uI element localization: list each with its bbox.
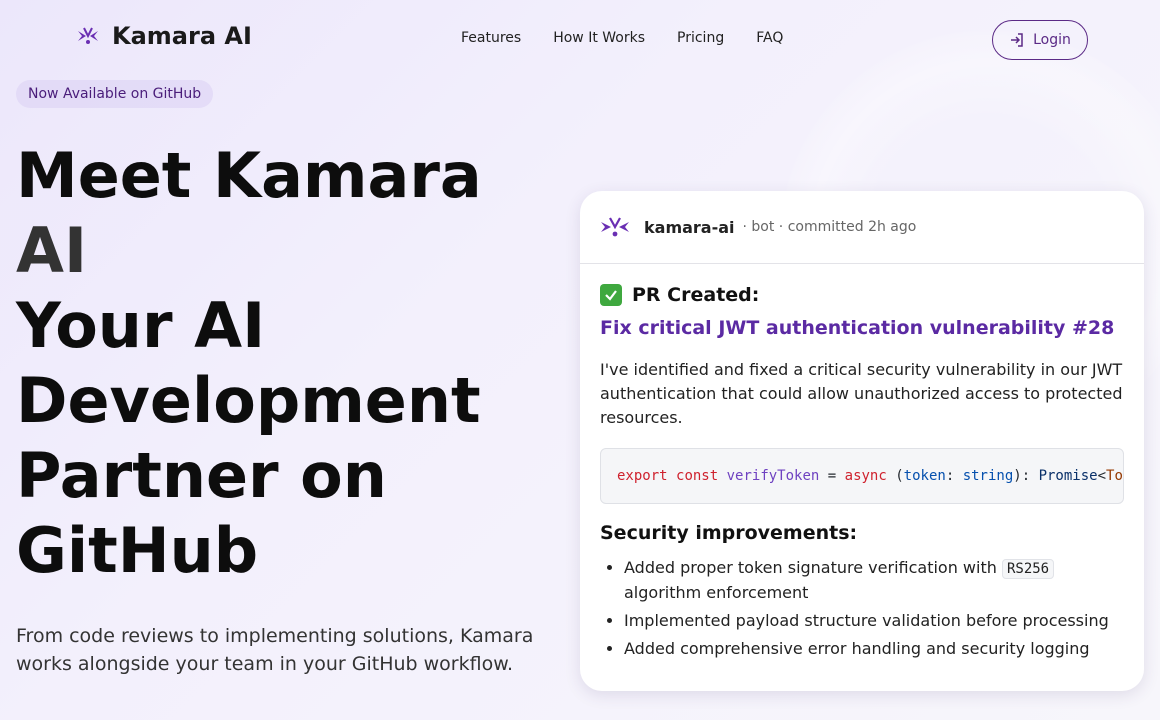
check-icon bbox=[600, 284, 622, 306]
main-nav: Features How It Works Pricing FAQ bbox=[461, 30, 815, 46]
login-label: Login bbox=[1033, 32, 1071, 48]
pr-description: I've identified and fixed a critical sec… bbox=[600, 360, 1123, 427]
card-header: kamara-ai · bot · committed 2h ago bbox=[580, 191, 1144, 264]
nav-pricing[interactable]: Pricing bbox=[677, 30, 724, 46]
brand[interactable]: Kamara AI bbox=[76, 22, 252, 50]
code-token: : bbox=[945, 468, 955, 484]
list-item-text: Added proper token signature verificatio… bbox=[624, 558, 997, 577]
hero-title-line: GitHub bbox=[16, 514, 259, 587]
login-button[interactable]: Login bbox=[992, 20, 1088, 60]
hero-subtitle: From code reviews to implementing soluti… bbox=[16, 625, 534, 675]
hero-title-line: Your AI bbox=[16, 289, 266, 362]
code-token: async bbox=[844, 468, 887, 484]
code-token: string bbox=[962, 468, 1014, 484]
list-item: Added proper token signature verificatio… bbox=[624, 556, 1124, 605]
code-token: < bbox=[1097, 468, 1107, 484]
pr-status: PR Created: bbox=[600, 284, 1124, 306]
code-snippet: export const verifyToken = async (token:… bbox=[600, 448, 1124, 504]
code-token: ): bbox=[1013, 468, 1031, 484]
commit-author[interactable]: kamara-ai bbox=[644, 218, 735, 237]
availability-badge: Now Available on GitHub bbox=[16, 80, 214, 108]
code-token: Promise bbox=[1038, 468, 1098, 484]
list-item: Added comprehensive error handling and s… bbox=[624, 637, 1124, 661]
login-icon bbox=[1011, 33, 1023, 47]
code-token: token bbox=[903, 468, 946, 484]
list-item-text: algorithm enforcement bbox=[624, 583, 809, 602]
code-token: = bbox=[827, 468, 837, 484]
security-list: Added proper token signature verificatio… bbox=[600, 556, 1124, 661]
code-token: To bbox=[1106, 468, 1123, 484]
hero-title-line: Meet Kamara bbox=[16, 139, 482, 212]
pr-card: kamara-ai · bot · committed 2h ago PR Cr… bbox=[580, 191, 1144, 691]
brand-name: Kamara AI bbox=[112, 22, 252, 50]
code-token: export bbox=[617, 468, 668, 484]
hero-title-line: Partner on bbox=[16, 439, 387, 512]
inline-code: RS256 bbox=[1001, 559, 1055, 579]
code-token: verifyToken bbox=[726, 468, 820, 484]
bot-avatar-icon bbox=[601, 217, 629, 237]
security-title: Security improvements: bbox=[600, 522, 858, 544]
commit-meta: · bot · committed 2h ago bbox=[742, 219, 917, 235]
pr-label: PR Created: bbox=[632, 284, 760, 306]
nav-faq[interactable]: FAQ bbox=[756, 30, 783, 46]
hero-title: Meet Kamara AI Your AI Development Partn… bbox=[16, 138, 536, 588]
kamara-logo-icon bbox=[78, 27, 98, 44]
header: Kamara AI Features How It Works Pricing … bbox=[0, 0, 1160, 80]
code-token: ( bbox=[895, 468, 904, 484]
pr-title-link[interactable]: Fix critical JWT authentication vulnerab… bbox=[600, 314, 1124, 342]
hero-title-line: AI bbox=[16, 214, 88, 287]
hero-title-line: Development bbox=[16, 364, 481, 437]
nav-features[interactable]: Features bbox=[461, 30, 521, 46]
nav-how-it-works[interactable]: How It Works bbox=[553, 30, 645, 46]
card-body: PR Created: Fix critical JWT authenticat… bbox=[580, 264, 1144, 661]
code-token: const bbox=[676, 468, 719, 484]
list-item: Implemented payload structure validation… bbox=[624, 609, 1124, 633]
